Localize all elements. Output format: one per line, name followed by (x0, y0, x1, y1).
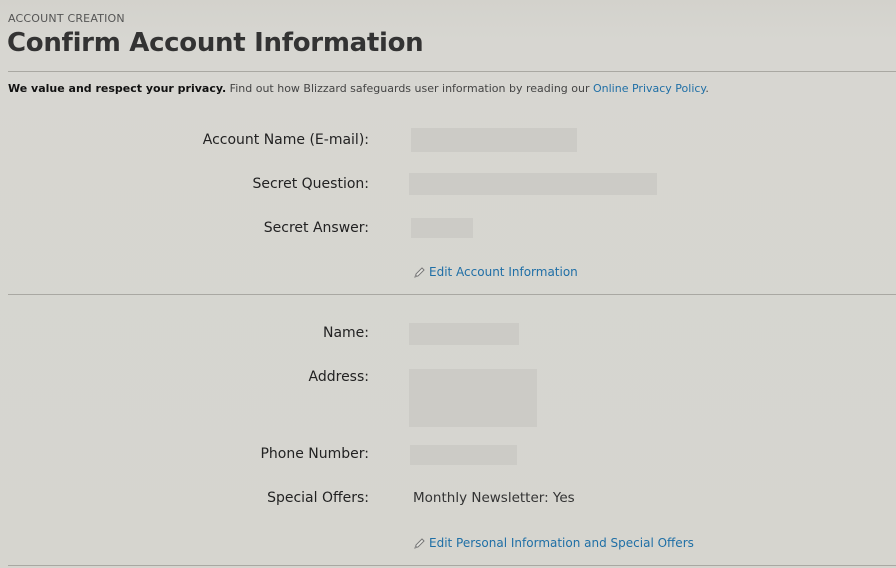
address-label: Address: (308, 369, 369, 385)
header-divider (8, 71, 896, 72)
account-name-label: Account Name (E-mail): (202, 132, 369, 148)
privacy-notice-bold: We value and respect your privacy. (8, 82, 227, 95)
name-value (409, 323, 519, 345)
privacy-policy-link[interactable]: Online Privacy Policy (593, 82, 705, 95)
edit-personal-information-link[interactable]: Edit Personal Information and Special Of… (413, 536, 694, 550)
section-eyebrow: ACCOUNT CREATION (8, 12, 125, 25)
secret-answer-label: Secret Answer: (263, 220, 369, 236)
secret-answer-value (411, 218, 473, 238)
account-section-divider (8, 294, 896, 295)
name-label: Name: (322, 325, 369, 341)
phone-number-value (410, 445, 517, 465)
account-name-value (411, 128, 577, 152)
special-offers-label: Special Offers: (267, 490, 369, 506)
personal-section-divider (8, 565, 896, 566)
privacy-notice: We value and respect your privacy. Find … (8, 82, 709, 95)
page-title: Confirm Account Information (7, 28, 424, 58)
secret-question-value (409, 173, 657, 195)
pencil-icon (414, 266, 425, 278)
pencil-icon (414, 537, 425, 549)
phone-number-label: Phone Number: (260, 446, 369, 462)
privacy-notice-text: Find out how Blizzard safeguards user in… (226, 82, 593, 95)
special-offers-value: Monthly Newsletter: Yes (413, 490, 575, 506)
privacy-notice-end: . (705, 82, 709, 95)
address-value (409, 369, 537, 427)
secret-question-label: Secret Question: (252, 176, 369, 192)
edit-account-information-link[interactable]: Edit Account Information (413, 265, 578, 279)
edit-personal-information-label: Edit Personal Information and Special Of… (429, 536, 694, 550)
edit-account-information-label: Edit Account Information (429, 265, 578, 279)
account-confirmation-page: ACCOUNT CREATION Confirm Account Informa… (0, 0, 896, 568)
